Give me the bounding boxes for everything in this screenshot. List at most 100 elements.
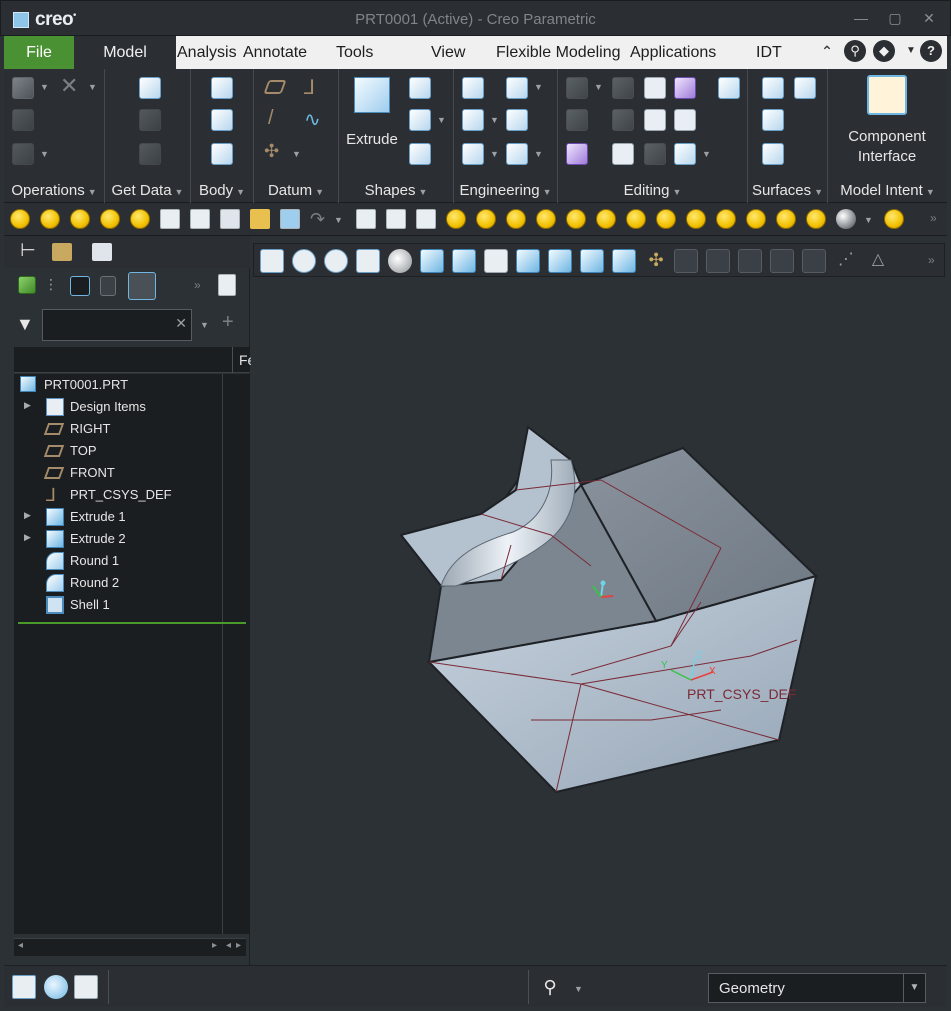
axis-display-icon[interactable] [706, 249, 730, 273]
axis-icon[interactable]: / [268, 107, 274, 130]
annotation-toggle-icon[interactable] [802, 249, 826, 273]
engineering-label[interactable]: Engineering [460, 182, 540, 199]
tab-idt[interactable]: IDT [756, 36, 782, 69]
annotate-icon[interactable] [416, 209, 436, 229]
folder-browser-tab-icon[interactable] [52, 243, 72, 261]
round-icon[interactable] [462, 109, 484, 131]
datum-label[interactable]: Datum [268, 182, 312, 199]
chamfer-icon[interactable] [462, 143, 484, 165]
perspective-view-icon[interactable] [388, 249, 412, 273]
more-icon[interactable]: » [930, 211, 937, 225]
solidify-icon[interactable] [566, 143, 588, 165]
section-icon[interactable] [548, 249, 572, 273]
search-icon[interactable]: ⚲ [844, 40, 866, 62]
appearance-sphere-icon[interactable] [836, 209, 856, 229]
smiley-icon[interactable] [536, 209, 556, 229]
save-icon[interactable] [220, 209, 240, 229]
new-body-icon[interactable] [211, 143, 233, 165]
collapse-ribbon-icon[interactable]: ⌃ [816, 40, 838, 62]
smiley-icon[interactable] [100, 209, 120, 229]
full-screen-icon[interactable] [74, 975, 98, 999]
close-button[interactable]: ✕ [921, 10, 937, 26]
zoom-out-icon[interactable] [324, 249, 348, 273]
smiley-icon[interactable] [884, 209, 904, 229]
csys-icon[interactable]: ⅃ [304, 75, 315, 100]
smiley-icon[interactable] [686, 209, 706, 229]
tab-file[interactable]: File [4, 36, 74, 69]
tree-node-extrude-1[interactable]: ▶ Extrude 1 [14, 506, 250, 528]
point-display-icon[interactable] [738, 249, 762, 273]
minimize-button[interactable]: — [853, 10, 869, 26]
trim-icon[interactable] [644, 77, 666, 99]
tab-analysis[interactable]: Analysis [177, 36, 237, 69]
favorites-tab-icon[interactable] [92, 243, 112, 261]
body-label[interactable]: Body [199, 182, 233, 199]
search-input[interactable] [43, 310, 163, 338]
maximize-button[interactable]: ▢ [887, 10, 903, 26]
mirror-icon[interactable] [612, 77, 634, 99]
clear-search-icon[interactable]: ✕ [175, 315, 187, 332]
edit-icon[interactable] [386, 209, 406, 229]
new-file-icon[interactable] [190, 209, 210, 229]
sweep-icon[interactable] [409, 109, 431, 131]
repaint-icon[interactable] [356, 249, 380, 273]
more-icon[interactable]: » [928, 253, 935, 267]
intersect-icon[interactable] [612, 109, 634, 131]
tree-node-design-items[interactable]: ▶ Design Items [14, 396, 250, 418]
tree-columns-icon[interactable] [100, 276, 116, 296]
model-view[interactable]: Z X Y PRT_CSYS_DEF [251, 280, 947, 965]
open-folder-icon[interactable] [250, 209, 270, 229]
copy-geometry-icon[interactable] [139, 109, 161, 131]
smiley-icon[interactable] [746, 209, 766, 229]
revolve-icon[interactable] [409, 77, 431, 99]
scroll-right-icon[interactable]: ▸ [212, 940, 217, 951]
tab-applications[interactable]: Applications [630, 36, 716, 69]
pattern-icon[interactable] [566, 77, 588, 99]
shell-icon[interactable] [506, 109, 528, 131]
plane-icon[interactable] [263, 80, 287, 94]
tree-node-right[interactable]: RIGHT [14, 418, 250, 440]
browser-toggle-icon[interactable] [44, 975, 68, 999]
body-folder-icon[interactable] [18, 276, 36, 294]
editing-label[interactable]: Editing [624, 182, 670, 199]
find-dropdown-icon[interactable]: ▼ [574, 984, 583, 994]
insert-here-marker[interactable] [18, 622, 246, 624]
smiley-icon[interactable] [70, 209, 90, 229]
smiley-icon[interactable] [656, 209, 676, 229]
tree-node-csys[interactable]: ⅃ PRT_CSYS_DEF [14, 484, 250, 506]
tree-node-round-2[interactable]: Round 2 [14, 572, 250, 594]
smiley-icon[interactable] [626, 209, 646, 229]
tree-node-extrude-2[interactable]: ▶ Extrude 2 [14, 528, 250, 550]
help-icon[interactable]: ? [920, 40, 942, 62]
more-vertical-icon[interactable]: ⋮ [44, 276, 58, 293]
help-dropdown-icon[interactable]: ▼ [900, 40, 922, 62]
extrude-button[interactable]: Extrude [345, 75, 399, 155]
smiley-icon[interactable] [596, 209, 616, 229]
component-interface-button[interactable]: Component Interface [834, 73, 940, 165]
window-icon[interactable] [356, 209, 376, 229]
copy-icon[interactable] [12, 109, 34, 131]
regenerate-icon[interactable] [12, 77, 34, 99]
model-tree-tab-icon[interactable]: ⊢ [16, 240, 40, 264]
rib-icon[interactable] [506, 143, 528, 165]
spin-center-icon[interactable] [612, 249, 636, 273]
split-body-icon[interactable] [211, 109, 233, 131]
smiley-icon[interactable] [10, 209, 30, 229]
smiley-icon[interactable] [806, 209, 826, 229]
smiley-icon[interactable] [476, 209, 496, 229]
tab-annotate[interactable]: Annotate [243, 36, 307, 69]
sketch-icon[interactable]: ∿ [304, 107, 321, 132]
named-views-icon[interactable] [516, 249, 540, 273]
tree-filters-icon[interactable] [128, 272, 156, 300]
select-window-icon[interactable] [160, 209, 180, 229]
zoom-in-icon[interactable] [292, 249, 316, 273]
chevron-down-icon[interactable]: ▼ [903, 974, 925, 1002]
add-icon[interactable]: + [222, 311, 234, 334]
shapes-label[interactable]: Shapes [365, 182, 416, 199]
smiley-icon[interactable] [566, 209, 586, 229]
extend-icon[interactable] [566, 109, 588, 131]
regenerate-icon[interactable] [280, 209, 300, 229]
saved-orientations-icon[interactable] [452, 249, 476, 273]
body-icon[interactable] [211, 77, 233, 99]
more-icon[interactable]: » [194, 278, 201, 292]
